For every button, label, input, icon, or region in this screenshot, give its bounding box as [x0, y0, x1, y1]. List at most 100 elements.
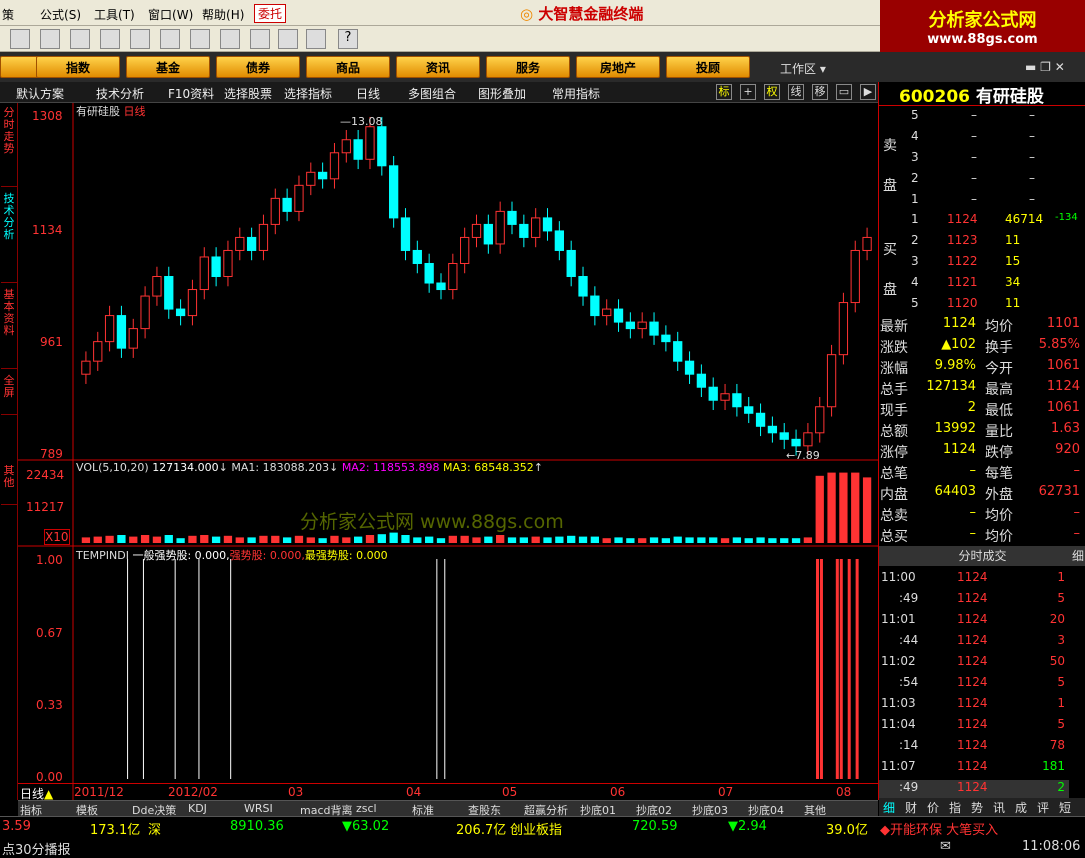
candle-body	[613, 308, 624, 323]
low-marker: ←7.89	[786, 449, 820, 462]
left-tab-other[interactable]: 其他	[1, 465, 17, 505]
layout-icon[interactable]	[278, 29, 298, 49]
book-icon[interactable]	[306, 29, 326, 49]
nav-realestate-button[interactable]: 房地产	[576, 56, 660, 78]
ticks-detail-button[interactable]: 细	[1072, 546, 1084, 566]
volume-bar	[827, 472, 836, 543]
quote-field-row: 总手 127134 最高 1124	[880, 379, 1080, 398]
volume-bar	[140, 535, 150, 543]
help-pointer-icon[interactable]: ?	[338, 29, 358, 49]
menu-item-formula[interactable]: 公式(S)	[40, 6, 81, 23]
window-controls[interactable]: ▬ ❐ ✕	[1025, 60, 1065, 74]
scheme-dropdown[interactable]: 默认方案	[16, 85, 64, 102]
status-alert[interactable]: ◆开能环保 大笔买入	[880, 819, 998, 838]
candle-body	[803, 432, 813, 447]
f10-button[interactable]: F10资料	[168, 85, 214, 102]
nav-news-button[interactable]: 资讯	[396, 56, 480, 78]
volume-bar	[188, 535, 197, 543]
quote-tab[interactable]: 价	[927, 799, 939, 816]
left-tab-fullscreen[interactable]: 全屏	[1, 375, 17, 415]
period-dropdown[interactable]: 日线	[356, 85, 380, 102]
nav-commodity-button[interactable]: 商品	[306, 56, 390, 78]
date-label: 06	[610, 785, 626, 799]
volume-bar	[638, 538, 647, 543]
select-stock-button[interactable]: 选择股票	[224, 85, 272, 102]
volume-bar	[720, 538, 730, 543]
volume-bar	[780, 538, 789, 543]
volume-bar	[460, 535, 469, 543]
date-label: 2011/12	[74, 785, 124, 799]
nav-advisor-button[interactable]: 投顾	[666, 56, 750, 78]
diamond-icon[interactable]	[160, 29, 180, 49]
chart-toolbar: 默认方案 技术分析 F10资料 选择股票 选择指标 日线 多图组合 图形叠加 常…	[0, 82, 878, 103]
status-amount-sh: 173.1亿	[90, 823, 141, 838]
common-indicator-dropdown[interactable]: 常用指标	[552, 85, 600, 102]
left-tab-tech[interactable]: 技术分析	[1, 193, 17, 283]
candle-body	[389, 165, 399, 219]
left-tab-timeshare[interactable]: 分时走势	[1, 107, 17, 187]
indicator-tab[interactable]: WRSI	[244, 802, 273, 815]
left-tab-basic[interactable]: 基本资料	[1, 289, 17, 369]
flag-icon[interactable]	[130, 29, 150, 49]
zoom-icon[interactable]: ▭	[836, 84, 852, 100]
volume-bar	[436, 538, 446, 543]
menu-item-window[interactable]: 窗口(W)	[148, 6, 193, 23]
indicator-tab[interactable]: zscl	[356, 802, 377, 815]
volume-bar	[567, 535, 576, 543]
nav-index-button[interactable]: 指数	[36, 56, 120, 78]
quote-field-row: 涨幅 9.98% 今开 1061	[880, 358, 1080, 377]
play-icon[interactable]: ▶	[860, 84, 876, 100]
mail-icon[interactable]: ✉	[940, 839, 951, 854]
status-broadcast: 点30分播报	[2, 843, 71, 858]
quote-tab[interactable]: 评	[1037, 799, 1049, 816]
nav-fund-button[interactable]: 基金	[126, 56, 210, 78]
quote-tab[interactable]: 细	[883, 799, 895, 816]
candle-body	[531, 217, 541, 238]
volume-bar	[732, 537, 742, 543]
nav-service-button[interactable]: 服务	[486, 56, 570, 78]
quote-tab[interactable]: 讯	[993, 799, 1005, 816]
candle-body	[649, 321, 659, 336]
quote-tab[interactable]: 势	[971, 799, 983, 816]
quote-tab[interactable]: 指	[949, 799, 961, 816]
volume-bar	[318, 538, 327, 543]
tick-row: 11:01 1124 20	[881, 612, 1065, 626]
candle-body	[436, 282, 446, 291]
volume-bar	[626, 538, 635, 543]
menu-item-tools[interactable]: 工具(T)	[94, 6, 135, 23]
status-sz-amount: 206.7亿	[456, 823, 507, 838]
chart-icon[interactable]	[40, 29, 60, 49]
menu-item-help[interactable]: 帮助(H)	[202, 6, 244, 23]
candle-body	[755, 412, 766, 427]
volume-bar	[756, 537, 765, 543]
grid-icon[interactable]	[10, 29, 30, 49]
candle-body	[282, 197, 292, 212]
binoculars-icon[interactable]	[70, 29, 90, 49]
crosshair-icon[interactable]: +	[740, 84, 756, 100]
toggle-line[interactable]: 线	[788, 84, 804, 100]
globe-icon[interactable]	[220, 29, 240, 49]
volume-bar	[685, 537, 694, 543]
candle-body	[258, 223, 269, 251]
toggle-mark[interactable]: 标	[716, 84, 732, 100]
tech-analysis-dropdown[interactable]: 技术分析	[96, 85, 144, 102]
candle-body	[744, 406, 754, 414]
select-indicator-button[interactable]: 选择指标	[284, 85, 332, 102]
print-icon[interactable]	[250, 29, 270, 49]
workspace-dropdown[interactable]: 工作区 ▾	[780, 60, 826, 77]
quote-tab[interactable]: 成	[1015, 799, 1027, 816]
overlay-button[interactable]: 图形叠加	[478, 85, 526, 102]
quote-tab[interactable]: 短	[1059, 799, 1071, 816]
candle-body	[223, 249, 233, 278]
indicator-tab[interactable]: KDJ	[188, 802, 207, 815]
record-icon[interactable]	[190, 29, 210, 49]
menu-item-strategy[interactable]: 策	[2, 6, 14, 23]
toggle-move[interactable]: 移	[812, 84, 828, 100]
volume-bar	[342, 537, 351, 543]
quote-tab[interactable]: 财	[905, 799, 917, 816]
toggle-rights[interactable]: 权	[764, 84, 780, 100]
menu-item-order[interactable]: 委托	[254, 4, 287, 23]
nav-bond-button[interactable]: 债券	[216, 56, 300, 78]
settings-icon[interactable]	[100, 29, 120, 49]
multi-chart-button[interactable]: 多图组合	[408, 85, 456, 102]
